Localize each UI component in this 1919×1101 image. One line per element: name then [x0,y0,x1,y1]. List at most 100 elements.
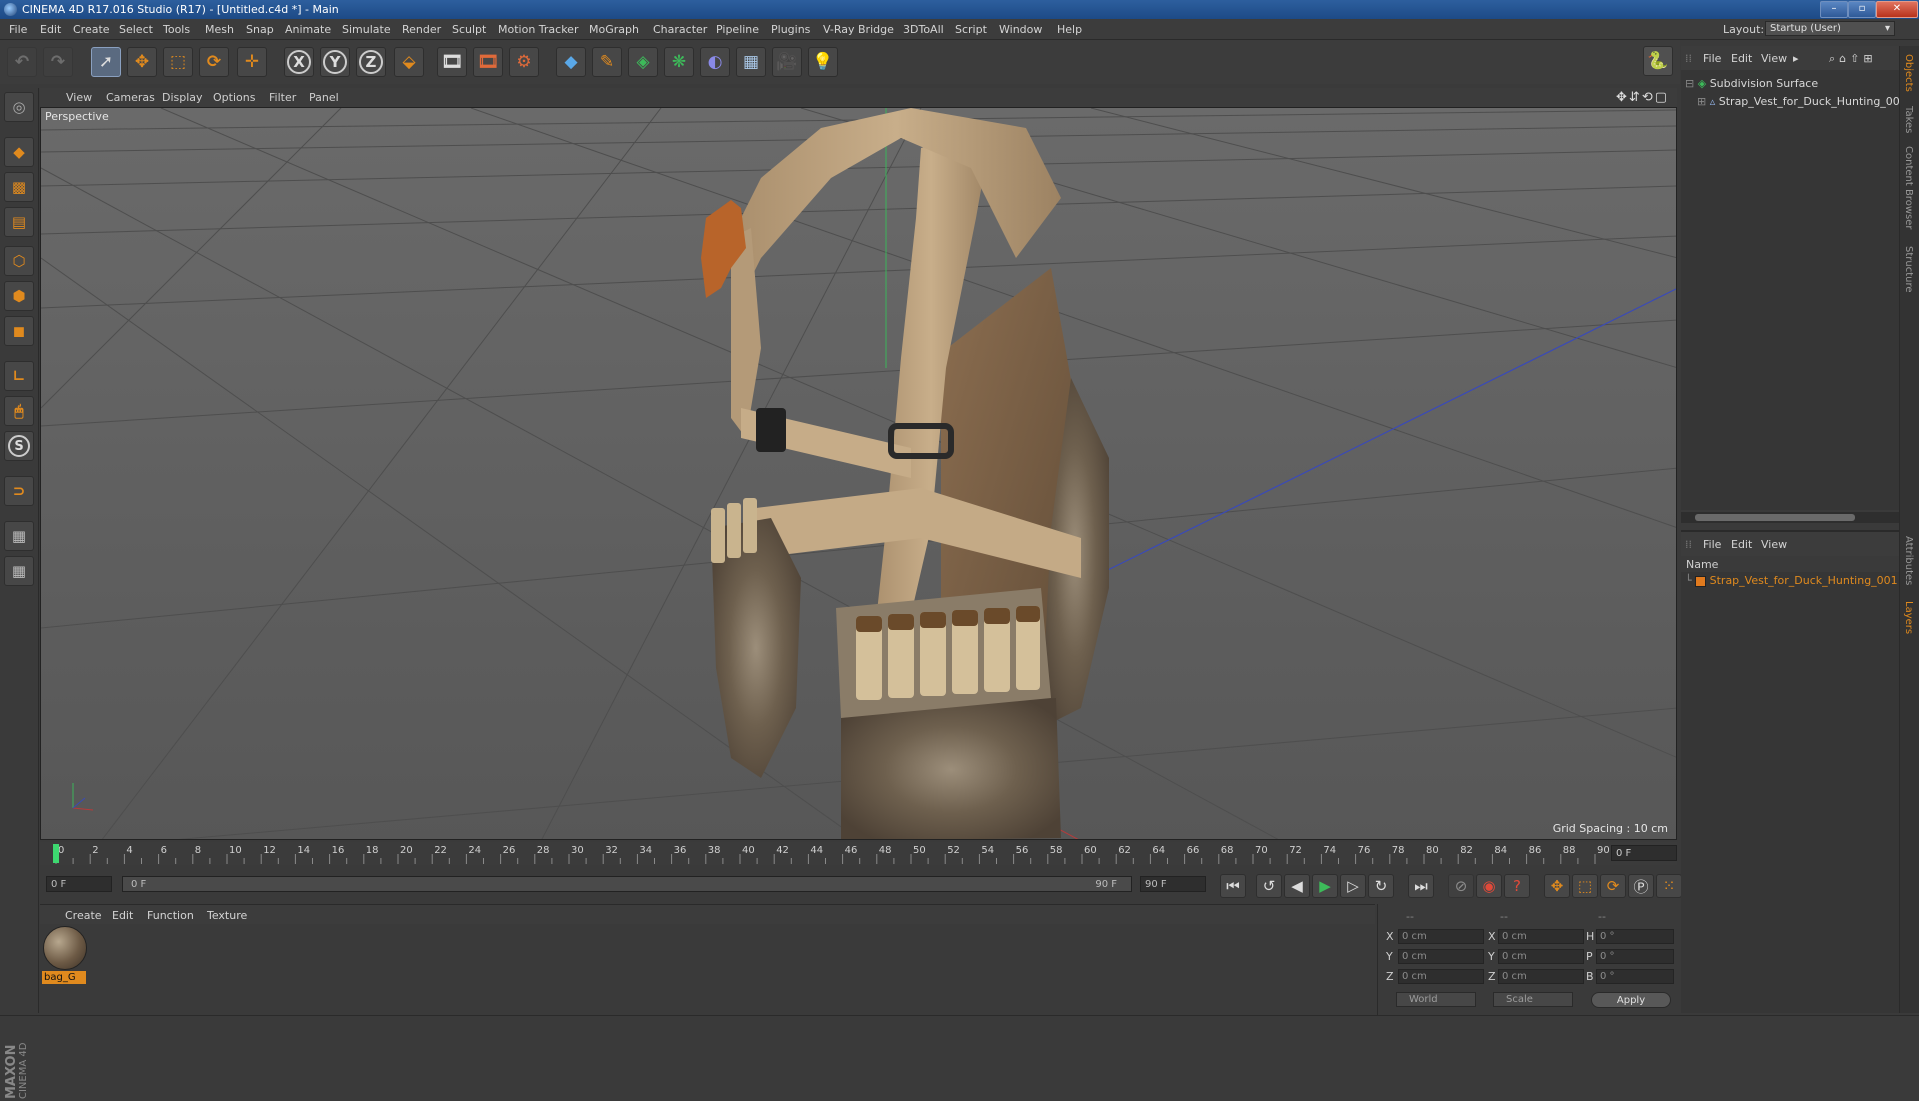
menu-file[interactable]: File [9,23,27,36]
object-name[interactable]: Subdivision Surface [1710,77,1818,90]
edit-render-settings-icon[interactable]: ⚙ [509,47,539,77]
frame-range-slider[interactable]: 0 F 90 F [122,876,1132,892]
viewport-menu-panel[interactable]: Panel [309,91,339,104]
menu-mesh[interactable]: Mesh [205,23,234,36]
object-menu-edit[interactable]: Edit [1731,52,1752,65]
rotation-p-field[interactable]: 0 ° [1596,949,1674,964]
autokey-icon[interactable]: ◉ [1476,874,1502,898]
tweak-mode-icon[interactable]: 🖱 [4,396,34,426]
material-menu-function[interactable]: Function [147,909,194,922]
tab-attributes[interactable]: Attributes [1903,536,1914,585]
live-selection-icon[interactable]: ➚ [91,47,121,77]
menu-3dtoall[interactable]: 3DToAll [903,23,944,36]
tab-structure[interactable]: Structure [1903,246,1914,293]
collapse-icon[interactable]: ⊟ [1685,77,1694,90]
subdivision-surface-icon[interactable]: ◈ [628,47,658,77]
position-y-field[interactable]: 0 cm [1398,949,1484,964]
viewport-navigation-icons[interactable]: ✥⇵⟲▢ [1616,90,1669,105]
menu-help[interactable]: Help [1057,23,1082,36]
menu-select[interactable]: Select [119,23,153,36]
3d-viewport[interactable]: Perspective Grid Spacing : 10 cm [40,107,1677,840]
object-manager-scrollbar[interactable] [1681,512,1899,523]
tab-objects[interactable]: Objects [1903,54,1914,92]
menu-window[interactable]: Window [999,23,1042,36]
menu-render[interactable]: Render [402,23,441,36]
next-frame-icon[interactable]: ▷ [1340,874,1366,898]
pen-spline-icon[interactable]: ✎ [592,47,622,77]
scale-icon[interactable]: ⬚ [163,47,193,77]
menu-snap[interactable]: Snap [246,23,274,36]
prev-frame-icon[interactable]: ◀ [1284,874,1310,898]
tab-layers[interactable]: Layers [1903,601,1914,634]
size-mode-dropdown[interactable]: Scale [1493,992,1573,1007]
layer-name[interactable]: Strap_Vest_for_Duck_Hunting_001 [1710,574,1898,587]
playhead-marker[interactable] [53,844,59,863]
z-axis-icon[interactable]: Z [356,47,386,77]
keyframe-selection-icon[interactable]: ? [1504,874,1530,898]
layer-menu-edit[interactable]: Edit [1731,538,1752,551]
python-icon[interactable]: 🐍 [1643,46,1673,76]
layer-color-swatch[interactable] [1695,575,1707,587]
deformer-icon[interactable]: ◐ [700,47,730,77]
last-tool-icon[interactable]: ✛ [237,47,267,77]
chevron-right-icon[interactable]: ▸ [1793,52,1799,65]
y-axis-icon[interactable]: Y [320,47,350,77]
material-item[interactable]: bag_G [40,924,88,986]
locked-workplane-icon[interactable]: ▦ [4,556,34,586]
object-menu-view[interactable]: View [1761,52,1787,65]
menu-animate[interactable]: Animate [285,23,331,36]
position-x-field[interactable]: 0 cm [1398,929,1484,944]
close-button[interactable]: ✕ [1876,1,1918,18]
edges-mode-icon[interactable]: ⬢ [4,281,34,311]
record-keys-icon[interactable]: ⊘ [1448,874,1474,898]
viewport-menu-filter[interactable]: Filter [269,91,296,104]
menu-edit[interactable]: Edit [40,23,61,36]
material-menu-edit[interactable]: Edit [112,909,133,922]
points-mode-icon[interactable]: ⬡ [4,246,34,276]
layer-row[interactable]: └ Strap_Vest_for_Duck_Hunting_001 [1685,574,1898,587]
texture-mode-icon[interactable]: ▩ [4,172,34,202]
size-x-field[interactable]: 0 cm [1498,929,1584,944]
key-scale-icon[interactable]: ⬚ [1572,874,1598,898]
tab-content-browser[interactable]: Content Browser [1903,146,1914,229]
material-name[interactable]: bag_G [42,971,86,984]
current-frame-field[interactable]: 0 F [46,876,112,892]
goto-end-icon[interactable]: ⏭ [1408,874,1434,898]
model-mode-icon[interactable]: ◆ [4,137,34,167]
key-rotation-icon[interactable]: ⟳ [1600,874,1626,898]
key-parameter-icon[interactable]: Ⓟ [1628,874,1654,898]
menu-motion-tracker[interactable]: Motion Tracker [498,23,578,36]
menu-script[interactable]: Script [955,23,987,36]
render-view-icon[interactable]: 🎞 [437,47,467,77]
menu-mograph[interactable]: MoGraph [589,23,639,36]
expand-icon[interactable]: ⊞ [1697,95,1706,108]
workplane-lock-icon[interactable]: ▦ [4,521,34,551]
layer-menu-view[interactable]: View [1761,538,1787,551]
snapping-icon[interactable]: S [4,431,34,461]
viewport-menu-display[interactable]: Display [162,91,203,104]
menu-vray-bridge[interactable]: V-Ray Bridge [823,23,894,36]
timeline-end-field[interactable]: 0 F [1611,845,1677,861]
rotate-icon[interactable]: ⟳ [199,47,229,77]
camera-icon[interactable]: 🎥 [772,47,802,77]
size-z-field[interactable]: 0 cm [1498,969,1584,984]
key-pla-icon[interactable]: ⁙ [1656,874,1682,898]
viewport-menu-view[interactable]: View [66,91,92,104]
menu-character[interactable]: Character [653,23,707,36]
object-manager-tool-icons[interactable]: ⌕⌂⇧⊞ [1829,52,1877,66]
material-thumbnail[interactable] [43,926,87,970]
redo-icon[interactable]: ↷ [43,47,73,77]
menu-sculpt[interactable]: Sculpt [452,23,486,36]
menu-create[interactable]: Create [73,23,110,36]
viewport-menu-options[interactable]: Options [213,91,255,104]
undo-icon[interactable]: ↶ [7,47,37,77]
cloner-icon[interactable]: ❋ [664,47,694,77]
rotation-b-field[interactable]: 0 ° [1596,969,1674,984]
position-z-field[interactable]: 0 cm [1398,969,1484,984]
minimize-button[interactable]: – [1820,1,1848,18]
key-position-icon[interactable]: ✥ [1544,874,1570,898]
prev-key-icon[interactable]: ↺ [1256,874,1282,898]
enable-axis-icon[interactable]: ∟ [4,361,34,391]
apply-button[interactable]: Apply [1591,992,1671,1008]
scrollbar-thumb[interactable] [1695,514,1855,521]
